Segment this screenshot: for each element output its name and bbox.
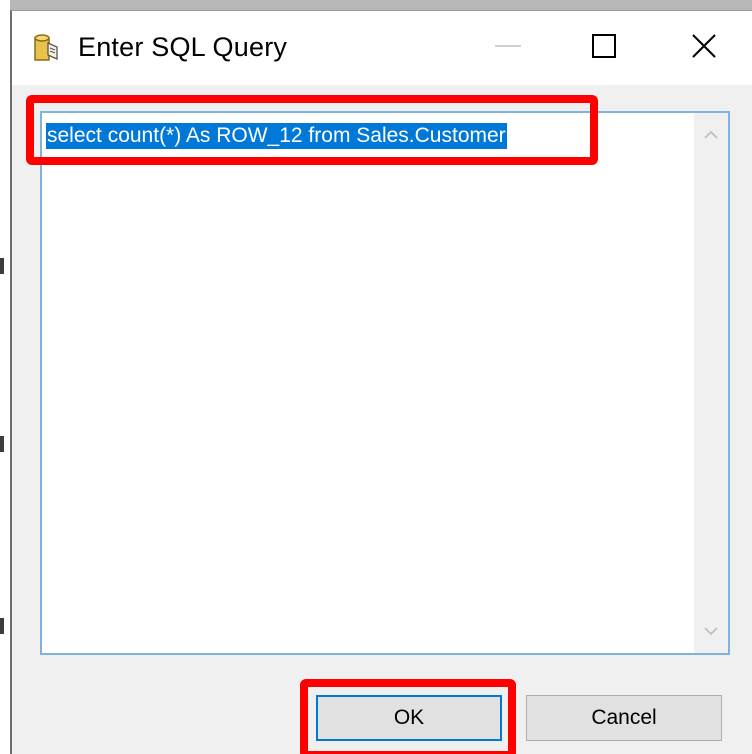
ok-button[interactable]: OK <box>316 695 502 741</box>
close-icon <box>690 32 718 65</box>
minimize-icon <box>493 31 523 66</box>
chevron-up-icon <box>704 127 718 145</box>
screenshot-page: Enter SQL Query select count(*) As ROW_1… <box>0 0 752 754</box>
edge-mark <box>0 618 4 634</box>
minimize-button[interactable] <box>460 11 556 85</box>
vertical-scrollbar[interactable] <box>694 113 728 653</box>
title-bar[interactable]: Enter SQL Query <box>12 11 752 85</box>
sql-query-dialog: Enter SQL Query select count(*) As ROW_1… <box>10 10 752 754</box>
maximize-button[interactable] <box>556 11 652 85</box>
database-icon <box>32 33 60 63</box>
background-strip <box>0 0 752 10</box>
background-left-edge <box>0 0 10 754</box>
close-button[interactable] <box>656 11 752 85</box>
maximize-icon <box>590 32 618 65</box>
scroll-down-button[interactable] <box>694 615 728 649</box>
dialog-title: Enter SQL Query <box>78 32 288 62</box>
edge-mark <box>0 258 4 274</box>
cancel-button[interactable]: Cancel <box>526 695 722 741</box>
chevron-down-icon <box>704 623 718 641</box>
scroll-up-button[interactable] <box>694 119 728 153</box>
sql-query-text[interactable]: select count(*) As ROW_12 from Sales.Cus… <box>46 123 507 149</box>
sql-query-textarea[interactable]: select count(*) As ROW_12 from Sales.Cus… <box>40 111 730 655</box>
edge-mark <box>0 436 4 452</box>
